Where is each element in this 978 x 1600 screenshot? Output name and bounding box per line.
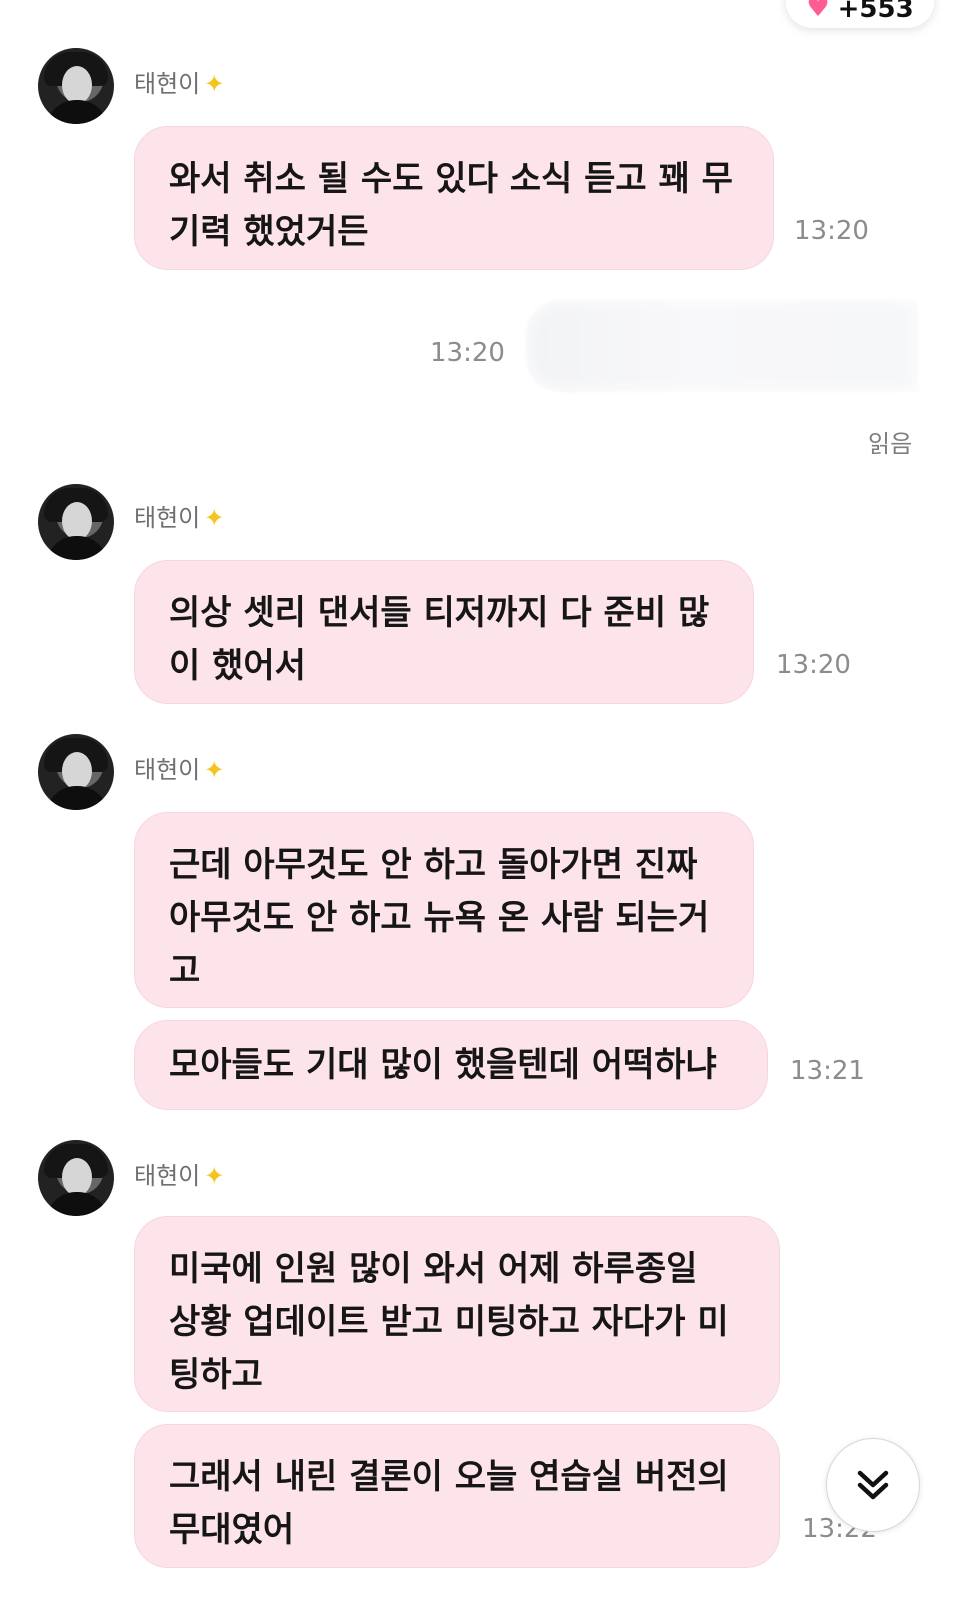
message-time: 13:20 xyxy=(794,216,869,246)
read-status: 읽음 xyxy=(868,430,913,458)
star-icon: ✦ xyxy=(204,756,225,784)
message-bubble: 그래서 내린 결론이 오늘 연습실 버전의 무대였어 xyxy=(134,1424,780,1568)
avatar[interactable] xyxy=(38,734,114,810)
message-bubble: 근데 아무것도 안 하고 돌아가면 진짜 아무것도 안 하고 뉴욕 온 사람 되… xyxy=(134,812,754,1008)
outgoing-message-bubble xyxy=(526,300,918,392)
message-bubble: 모아들도 기대 많이 했을텐데 어떡하냐 xyxy=(134,1020,768,1110)
message-bubble: 와서 취소 될 수도 있다 소식 듣고 꽤 무 기력 했었거든 xyxy=(134,126,774,270)
avatar[interactable] xyxy=(38,1140,114,1216)
heart-count-badge[interactable]: ♥ +553 xyxy=(786,0,934,28)
sender-row: 태현이 ✦ xyxy=(134,758,224,782)
star-icon: ✦ xyxy=(204,70,225,98)
avatar[interactable] xyxy=(38,484,114,560)
message-time: 13:20 xyxy=(430,338,505,368)
message-bubble: 미국에 인원 많이 와서 어제 하루종일 상황 업데이트 받고 미팅하고 자다가… xyxy=(134,1216,780,1412)
message-time: 13:20 xyxy=(776,650,851,680)
sender-name: 태현이 xyxy=(134,756,201,784)
scroll-to-bottom-button[interactable] xyxy=(826,1438,920,1532)
sender-name: 태현이 xyxy=(134,70,201,98)
star-icon: ✦ xyxy=(204,1162,225,1190)
heart-icon: ♥ xyxy=(806,0,830,23)
message-time: 13:21 xyxy=(790,1056,865,1086)
sender-row: 태현이 ✦ xyxy=(134,506,224,530)
chat-screen: ♥ +553 태현이 ✦ 와서 취소 될 수도 있다 소식 듣고 꽤 무 기력 … xyxy=(0,0,978,1600)
avatar[interactable] xyxy=(38,48,114,124)
message-bubble: 의상 셋리 댄서들 티저까지 다 준비 많 이 했어서 xyxy=(134,560,754,704)
sender-name: 태현이 xyxy=(134,1162,201,1190)
sender-row: 태현이 ✦ xyxy=(134,1164,224,1188)
sender-row: 태현이 ✦ xyxy=(134,72,224,96)
double-chevron-down-icon xyxy=(857,1470,889,1500)
heart-count: +553 xyxy=(837,0,914,24)
sender-name: 태현이 xyxy=(134,504,201,532)
star-icon: ✦ xyxy=(204,504,225,532)
